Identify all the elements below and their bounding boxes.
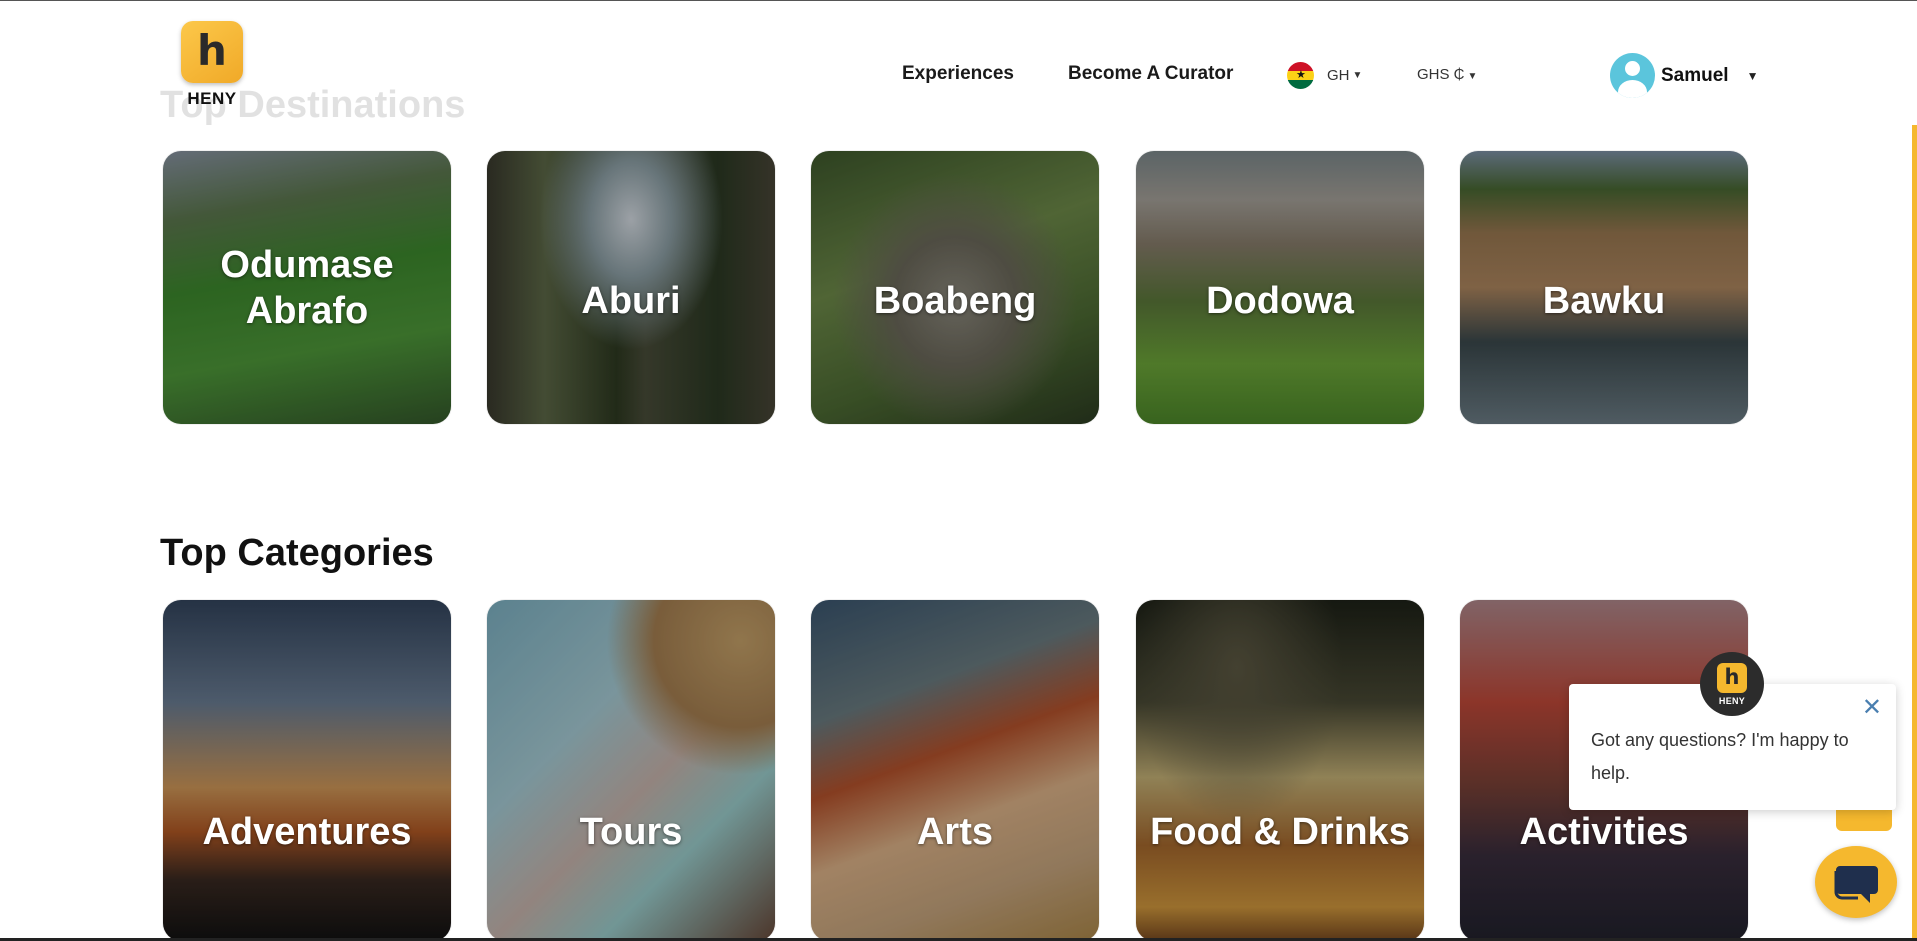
category-card[interactable]: Tours bbox=[487, 600, 775, 941]
logo[interactable]: h HENY bbox=[178, 21, 246, 113]
currency-label: GHS ₵ bbox=[1417, 66, 1465, 83]
top-border bbox=[0, 0, 1917, 1]
category-card-label: Adventures bbox=[202, 811, 412, 853]
section-title-categories: Top Categories bbox=[160, 532, 434, 574]
logo-text: HENY bbox=[187, 89, 237, 108]
destination-card-label: Aburi bbox=[581, 280, 681, 323]
destination-card[interactable]: Dodowa bbox=[1136, 151, 1424, 424]
category-card[interactable]: Food & Drinks bbox=[1136, 600, 1424, 941]
logo-mark-icon: h bbox=[181, 21, 243, 83]
category-card[interactable]: Adventures bbox=[163, 600, 451, 941]
site-header: h HENY Experiences Become A Curator ★ GH… bbox=[0, 1, 1912, 136]
category-card-label: Tours bbox=[579, 811, 683, 853]
chevron-down-icon: ▼ bbox=[1746, 68, 1759, 83]
user-name: Samuel bbox=[1661, 64, 1729, 86]
chat-agent-avatar: h HENY bbox=[1700, 652, 1764, 716]
country-code: GH bbox=[1327, 66, 1350, 84]
destination-card[interactable]: Odumase Abrafo bbox=[163, 151, 451, 424]
chat-message: Got any questions? I'm happy to help. bbox=[1591, 730, 1849, 783]
destination-card[interactable]: Bawku bbox=[1460, 151, 1748, 424]
chat-avatar-text: HENY bbox=[1718, 695, 1746, 706]
destination-card-label: Dodowa bbox=[1206, 280, 1354, 323]
user-menu[interactable]: Samuel ▼ bbox=[1610, 53, 1758, 98]
nav-become-curator[interactable]: Become A Curator bbox=[1068, 63, 1233, 85]
destination-card[interactable]: Boabeng bbox=[811, 151, 1099, 424]
category-card[interactable]: Arts bbox=[811, 600, 1099, 941]
ghana-flag-icon: ★ bbox=[1287, 61, 1314, 89]
category-card-label: Activities bbox=[1519, 811, 1689, 853]
close-icon[interactable]: ✕ bbox=[1862, 696, 1882, 720]
destination-card[interactable]: Aburi bbox=[487, 151, 775, 424]
caret-down-icon: ▼ bbox=[1352, 69, 1363, 81]
category-card-label: Arts bbox=[916, 811, 994, 853]
user-avatar-icon bbox=[1610, 53, 1655, 98]
caret-down-icon: ▼ bbox=[1467, 71, 1478, 82]
currency-selector[interactable]: GHS ₵ ▼ bbox=[1417, 66, 1477, 83]
destination-card-label: Boabeng bbox=[873, 280, 1037, 323]
nav-experiences[interactable]: Experiences bbox=[902, 63, 1014, 85]
destination-card-label: Bawku bbox=[1542, 280, 1666, 323]
destination-card-label: Odumase Abrafo bbox=[220, 243, 394, 332]
scrollbar-accent bbox=[1912, 125, 1917, 941]
chat-bubble-icon bbox=[1834, 866, 1878, 903]
country-selector[interactable]: ★ GH ▼ bbox=[1287, 61, 1362, 89]
heny-logo-icon: h bbox=[1717, 662, 1747, 693]
category-card-label: Food & Drinks bbox=[1150, 811, 1410, 853]
chat-launcher-button[interactable] bbox=[1815, 846, 1897, 918]
